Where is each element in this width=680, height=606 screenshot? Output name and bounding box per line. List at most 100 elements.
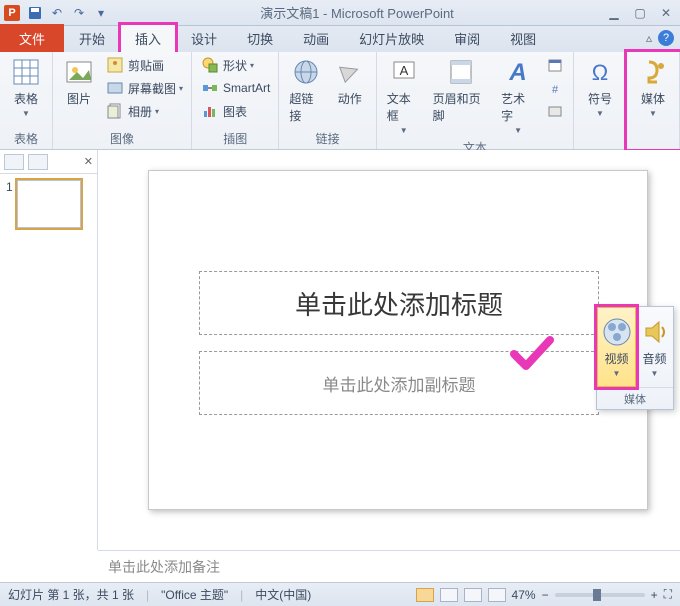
maximize-button[interactable]: ▢: [630, 5, 650, 21]
group-tables-label: 表格: [14, 128, 38, 149]
tab-home[interactable]: 开始: [64, 24, 120, 53]
textbox-button[interactable]: A 文本框▼: [383, 54, 425, 137]
reading-view-button[interactable]: [464, 588, 482, 602]
group-images-label: 图像: [110, 128, 134, 149]
table-button[interactable]: 表格 ▼: [6, 54, 46, 120]
group-text: A 文本框▼ 页眉和页脚 A 艺术字▼ # 文本: [377, 52, 574, 149]
picture-label: 图片: [67, 90, 91, 107]
save-icon[interactable]: [26, 4, 44, 22]
video-icon: [601, 316, 633, 348]
tab-design[interactable]: 设计: [176, 24, 232, 53]
chart-button[interactable]: 图表: [198, 100, 272, 122]
outline-tab[interactable]: [28, 154, 48, 170]
wordart-button[interactable]: A 艺术字▼: [497, 54, 539, 137]
help-icon[interactable]: ?: [658, 30, 674, 46]
notes-pane[interactable]: 单击此处添加备注: [98, 550, 680, 582]
minimize-button[interactable]: ▁: [604, 5, 624, 21]
slidenum-icon: #: [545, 78, 565, 98]
headerfooter-icon: [445, 56, 477, 88]
slide-thumbnail[interactable]: [17, 180, 81, 228]
textbox-icon: A: [388, 56, 420, 88]
table-icon: [10, 56, 42, 88]
action-button[interactable]: 动作: [330, 54, 370, 109]
thumbnail-list: 1: [0, 174, 97, 234]
group-tables: 表格 ▼ 表格: [0, 52, 53, 149]
action-icon: [334, 56, 366, 88]
group-media: 媒体▼: [627, 52, 680, 149]
svg-text:#: #: [552, 84, 559, 96]
group-illus-label: 插图: [223, 128, 247, 149]
tab-transitions[interactable]: 切换: [232, 24, 288, 53]
datetime-button[interactable]: [543, 54, 567, 76]
symbol-button[interactable]: Ω 符号▼: [580, 54, 620, 120]
group-symbols-label: [598, 131, 601, 149]
chart-icon: [200, 101, 220, 121]
symbol-icon: Ω: [584, 56, 616, 88]
normal-view-button[interactable]: [416, 588, 434, 602]
media-icon: [637, 56, 669, 88]
group-illustrations: 形状▾ SmartArt 图表 插图: [192, 52, 279, 149]
zoom-slider[interactable]: [555, 593, 645, 597]
screenshot-icon: [105, 78, 125, 98]
title-placeholder[interactable]: 单击此处添加标题: [199, 271, 599, 335]
redo-icon[interactable]: ↷: [70, 4, 88, 22]
slides-tab[interactable]: [4, 154, 24, 170]
zoom-level[interactable]: 47%: [512, 588, 536, 602]
svg-text:A: A: [508, 59, 526, 86]
ribbon-tabs: 文件 开始 插入 设计 切换 动画 幻灯片放映 审阅 视图 ▵ ?: [0, 26, 680, 52]
slide-counter: 幻灯片 第 1 张，共 1 张: [8, 586, 134, 603]
ribbon-minimize-icon[interactable]: ▵: [646, 31, 652, 45]
undo-icon[interactable]: ↶: [48, 4, 66, 22]
tab-file[interactable]: 文件: [0, 24, 64, 53]
clipart-icon: [105, 55, 125, 75]
group-images: 图片 剪贴画 屏幕截图▾ 相册▾ 图像: [53, 52, 192, 149]
audio-icon: [639, 316, 671, 348]
tab-slideshow[interactable]: 幻灯片放映: [344, 24, 439, 53]
hyperlink-icon: [290, 56, 322, 88]
slidenum-button[interactable]: #: [543, 77, 567, 99]
tab-insert[interactable]: 插入: [120, 24, 176, 53]
group-media-label: [651, 131, 654, 149]
zoom-out-button[interactable]: −: [542, 588, 549, 602]
slideshow-view-button[interactable]: [488, 588, 506, 602]
album-button[interactable]: 相册▾: [103, 100, 185, 122]
picture-icon: [63, 56, 95, 88]
window-controls: ▁ ▢ ✕: [604, 5, 676, 21]
tab-review[interactable]: 审阅: [439, 24, 495, 53]
fit-button[interactable]: ⛶: [664, 587, 672, 602]
video-button[interactable]: 视频▼: [597, 307, 636, 387]
checkmark-annotation: [510, 334, 554, 374]
panel-tabs: ✕: [0, 150, 97, 174]
tab-animations[interactable]: 动画: [288, 24, 344, 53]
close-button[interactable]: ✕: [656, 5, 676, 21]
slide-number: 1: [6, 180, 13, 228]
wordart-icon: A: [502, 56, 534, 88]
shapes-button[interactable]: 形状▾: [198, 54, 272, 76]
object-button[interactable]: [543, 100, 567, 122]
headerfooter-button[interactable]: 页眉和页脚: [429, 54, 493, 126]
zoom-in-button[interactable]: +: [651, 588, 658, 602]
ribbon: 表格 ▼ 表格 图片 剪贴画 屏幕截图▾ 相册▾ 图像 形状▾ SmartArt…: [0, 52, 680, 150]
sorter-view-button[interactable]: [440, 588, 458, 602]
picture-button[interactable]: 图片: [59, 54, 99, 109]
quick-access-toolbar: ↶ ↷ ▾: [26, 4, 110, 22]
qat-more-icon[interactable]: ▾: [92, 4, 110, 22]
group-symbols: Ω 符号▼: [574, 52, 627, 149]
clipart-button[interactable]: 剪贴画: [103, 54, 185, 76]
slide-editor[interactable]: 单击此处添加标题 单击此处添加副标题: [98, 150, 680, 550]
media-button[interactable]: 媒体▼: [633, 54, 673, 120]
smartart-button[interactable]: SmartArt: [198, 77, 272, 99]
window-title: 演示文稿1 - Microsoft PowerPoint: [110, 3, 604, 22]
chevron-down-icon: ▼: [22, 109, 30, 118]
language[interactable]: 中文(中国): [255, 586, 311, 603]
group-links-label: 链接: [316, 128, 340, 149]
slide-canvas[interactable]: 单击此处添加标题 单击此处添加副标题: [148, 170, 648, 510]
smartart-icon: [200, 78, 220, 98]
table-label: 表格: [14, 90, 38, 107]
audio-button[interactable]: 音频▼: [636, 307, 673, 387]
hyperlink-button[interactable]: 超链接: [285, 54, 325, 126]
tab-view[interactable]: 视图: [495, 24, 551, 53]
screenshot-button[interactable]: 屏幕截图▾: [103, 77, 185, 99]
panel-close-icon[interactable]: ✕: [84, 155, 93, 168]
album-icon: [105, 101, 125, 121]
